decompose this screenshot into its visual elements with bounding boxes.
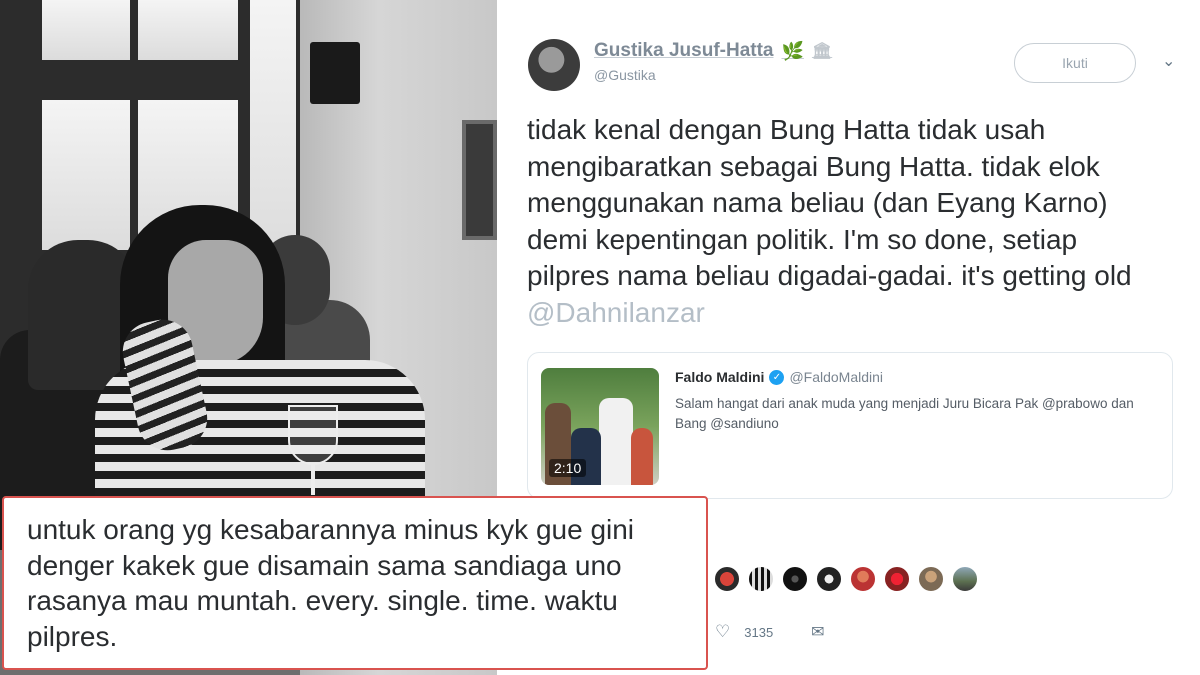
photo-frame (462, 120, 497, 240)
quoted-header: Faldo Maldini ✓ @FaldoMaldini (675, 369, 883, 385)
avatar[interactable] (714, 566, 740, 592)
quoted-author-handle[interactable]: @FaldoMaldini (789, 369, 883, 385)
avatar[interactable] (816, 566, 842, 592)
chevron-down-icon[interactable]: ⌄ (1162, 51, 1175, 71)
quoted-author-name[interactable]: Faldo Maldini (675, 369, 764, 385)
avatar[interactable] (850, 566, 876, 592)
avatar[interactable] (528, 39, 580, 91)
video-thumbnail[interactable]: 2:10 (541, 368, 659, 485)
follow-button[interactable]: Ikuti (1014, 43, 1136, 83)
caption-text: untuk orang yg kesabarannya minus kyk gu… (27, 514, 635, 652)
leaf-icon: 🌿 (781, 40, 804, 61)
caption-box: untuk orang yg kesabarannya minus kyk gu… (2, 496, 708, 670)
tweet-text: tidak kenal dengan Bung Hatta tidak usah… (527, 112, 1167, 331)
quoted-tweet[interactable]: 2:10 Faldo Maldini ✓ @FaldoMaldini Salam… (527, 352, 1173, 499)
verified-icon: ✓ (769, 369, 785, 385)
building-icon: 🏛 (811, 43, 833, 60)
tweet-actions: ♡ 3135 ✉ (715, 622, 825, 642)
quoted-text: Salam hangat dari anak muda yang menjadi… (675, 396, 1134, 431)
author-handle[interactable]: @Gustika (594, 67, 656, 83)
author-name-link[interactable]: Gustika Jusuf-Hatta 🌿 🏛 (594, 40, 832, 62)
heart-icon[interactable]: ♡ (715, 622, 730, 642)
avatar[interactable] (782, 566, 808, 592)
video-duration: 2:10 (549, 459, 587, 477)
avatar[interactable] (952, 566, 978, 592)
likers-avatars (678, 566, 978, 592)
mention-link[interactable]: @Dahnilanzar (527, 297, 705, 328)
tweet-body: tidak kenal dengan Bung Hatta tidak usah… (527, 114, 1132, 291)
like-count: 3135 (744, 624, 774, 640)
photo-wine-glass (288, 405, 338, 465)
avatar[interactable] (918, 566, 944, 592)
photo-speaker (310, 42, 360, 104)
mail-icon[interactable]: ✉ (811, 622, 824, 642)
author-name[interactable]: Gustika Jusuf-Hatta (594, 40, 773, 62)
avatar[interactable] (884, 566, 910, 592)
avatar[interactable] (748, 566, 774, 592)
